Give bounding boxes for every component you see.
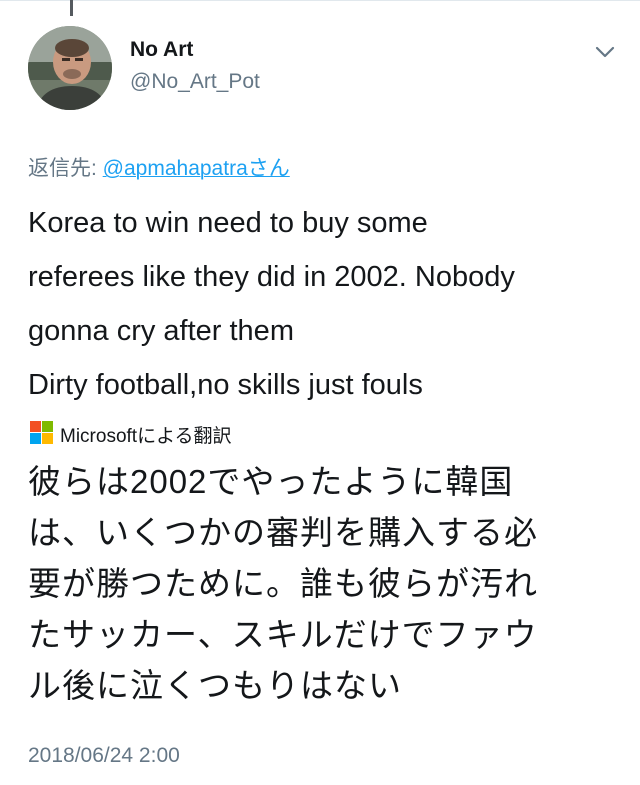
translation-attribution: Microsoftによる翻訳 [60, 426, 232, 447]
chevron-down-icon[interactable] [594, 44, 616, 60]
avatar-image [28, 26, 112, 110]
tweet-text-line: Dirty football,no skills just fouls [28, 369, 423, 401]
microsoft-logo-icon [30, 421, 53, 444]
translated-text-line: 彼らは2002でやったように韓国 [28, 463, 514, 500]
ms-logo-blue [30, 433, 41, 444]
ms-logo-red [30, 421, 41, 432]
avatar[interactable] [28, 26, 112, 110]
reply-mention-link[interactable]: @apmahapatraさん [103, 157, 290, 180]
tweet-text: Korea to win need to buy some referees l… [28, 196, 628, 412]
translated-text: 彼らは2002でやったように韓国 は、いくつかの審判を購入する必 要が勝つために… [28, 456, 628, 711]
thread-connector-line [70, 0, 73, 16]
reply-to-line: 返信先: @apmahapatraさん [28, 152, 290, 182]
tweet-text-line: Korea to win need to buy some [28, 207, 428, 239]
reply-mention-suffix: さん [247, 157, 290, 180]
reply-to-prefix: 返信先: [28, 157, 103, 180]
translated-text-line: 要が勝つために。誰も彼らが汚れ [28, 565, 538, 602]
reply-mention-handle: @apmahapatra [102, 157, 248, 180]
translated-text-line: は、いくつかの審判を購入する必 [28, 514, 538, 551]
tweet-timestamp[interactable]: 2018/06/24 2:00 [28, 744, 180, 768]
ms-logo-green [42, 421, 53, 432]
translated-text-line: たサッカー、スキルだけでファウ [28, 616, 538, 653]
user-handle[interactable]: @No_Art_Pot [130, 70, 260, 94]
ms-logo-yellow [42, 433, 53, 444]
tweet-text-line: referees like they did in 2002. Nobody [28, 261, 515, 293]
top-divider [0, 0, 640, 1]
display-name[interactable]: No Art [130, 38, 193, 62]
translated-text-line: ル後に泣くつもりはない [28, 667, 402, 704]
tweet-text-line: gonna cry after them [28, 315, 294, 347]
